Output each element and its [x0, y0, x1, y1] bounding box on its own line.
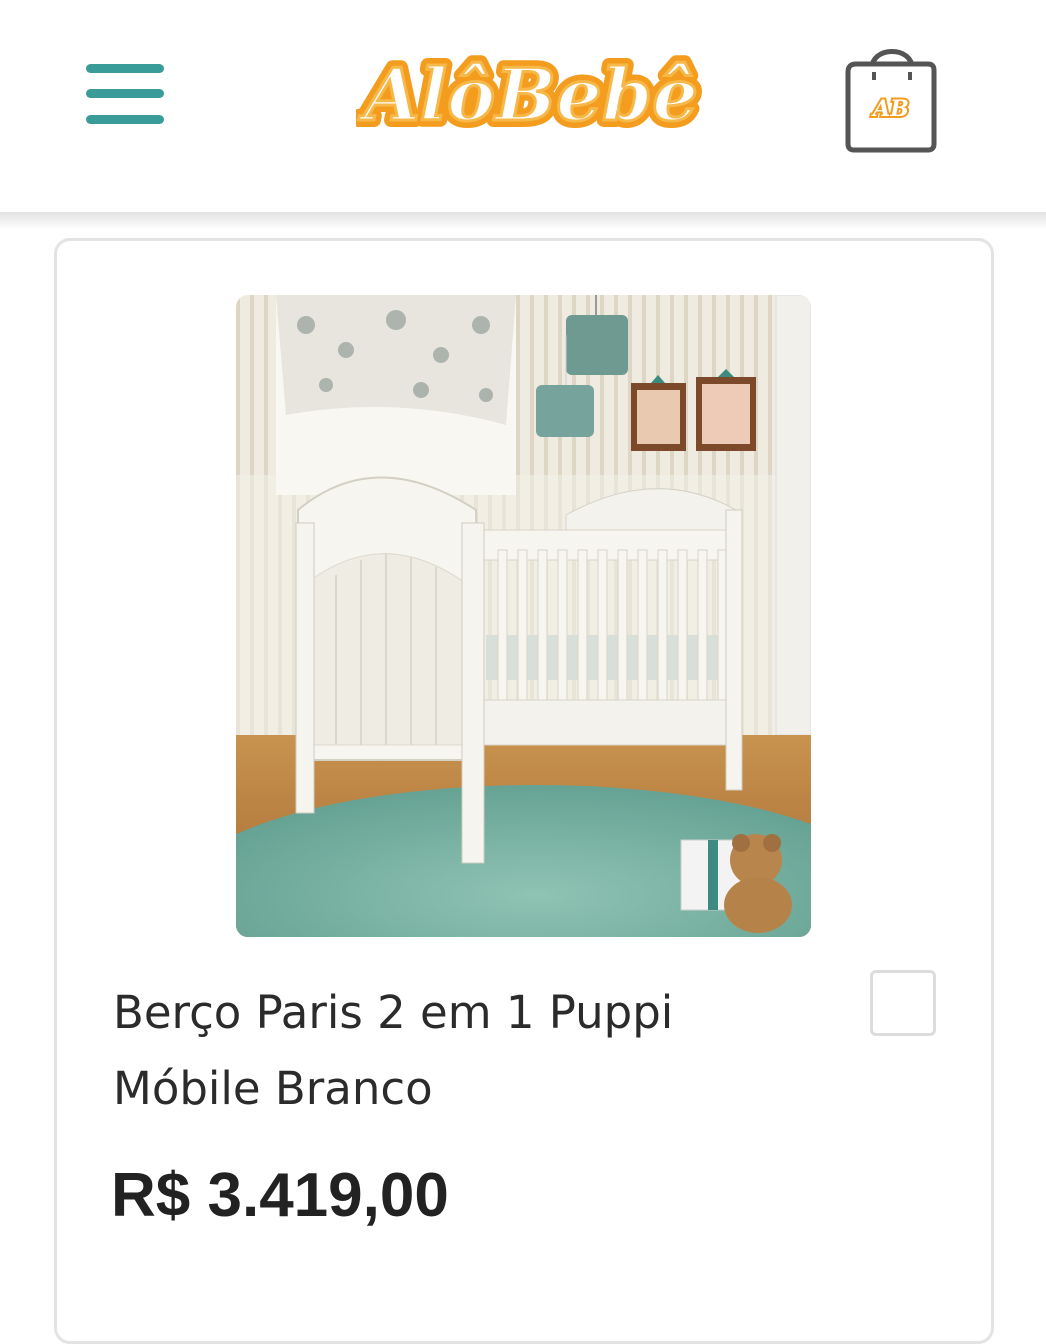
product-price: R$ 3.419,00 [111, 1161, 449, 1230]
product-name[interactable]: Berço Paris 2 em 1 Puppi Móbile Branco [113, 975, 813, 1127]
menu-bar [86, 89, 164, 98]
header-shadow [0, 212, 1046, 230]
product-image[interactable] [236, 295, 811, 937]
compare-checkbox[interactable] [870, 970, 936, 1036]
hamburger-menu-icon[interactable] [84, 62, 166, 130]
cart-logo-mark: AB [871, 96, 909, 122]
shopping-bag-icon[interactable]: AB [842, 40, 942, 156]
menu-bar [86, 115, 164, 124]
menu-bar [86, 64, 164, 73]
product-name-line-1: Berço Paris 2 em 1 Puppi [113, 986, 674, 1039]
alobebe-logo[interactable]: AlôBebê AlôBebê [356, 38, 706, 148]
product-name-line-2: Móbile Branco [113, 1062, 433, 1115]
top-header: AlôBebê AlôBebê AB [0, 0, 1046, 212]
logo-text-inner: AlôBebê [358, 52, 698, 137]
